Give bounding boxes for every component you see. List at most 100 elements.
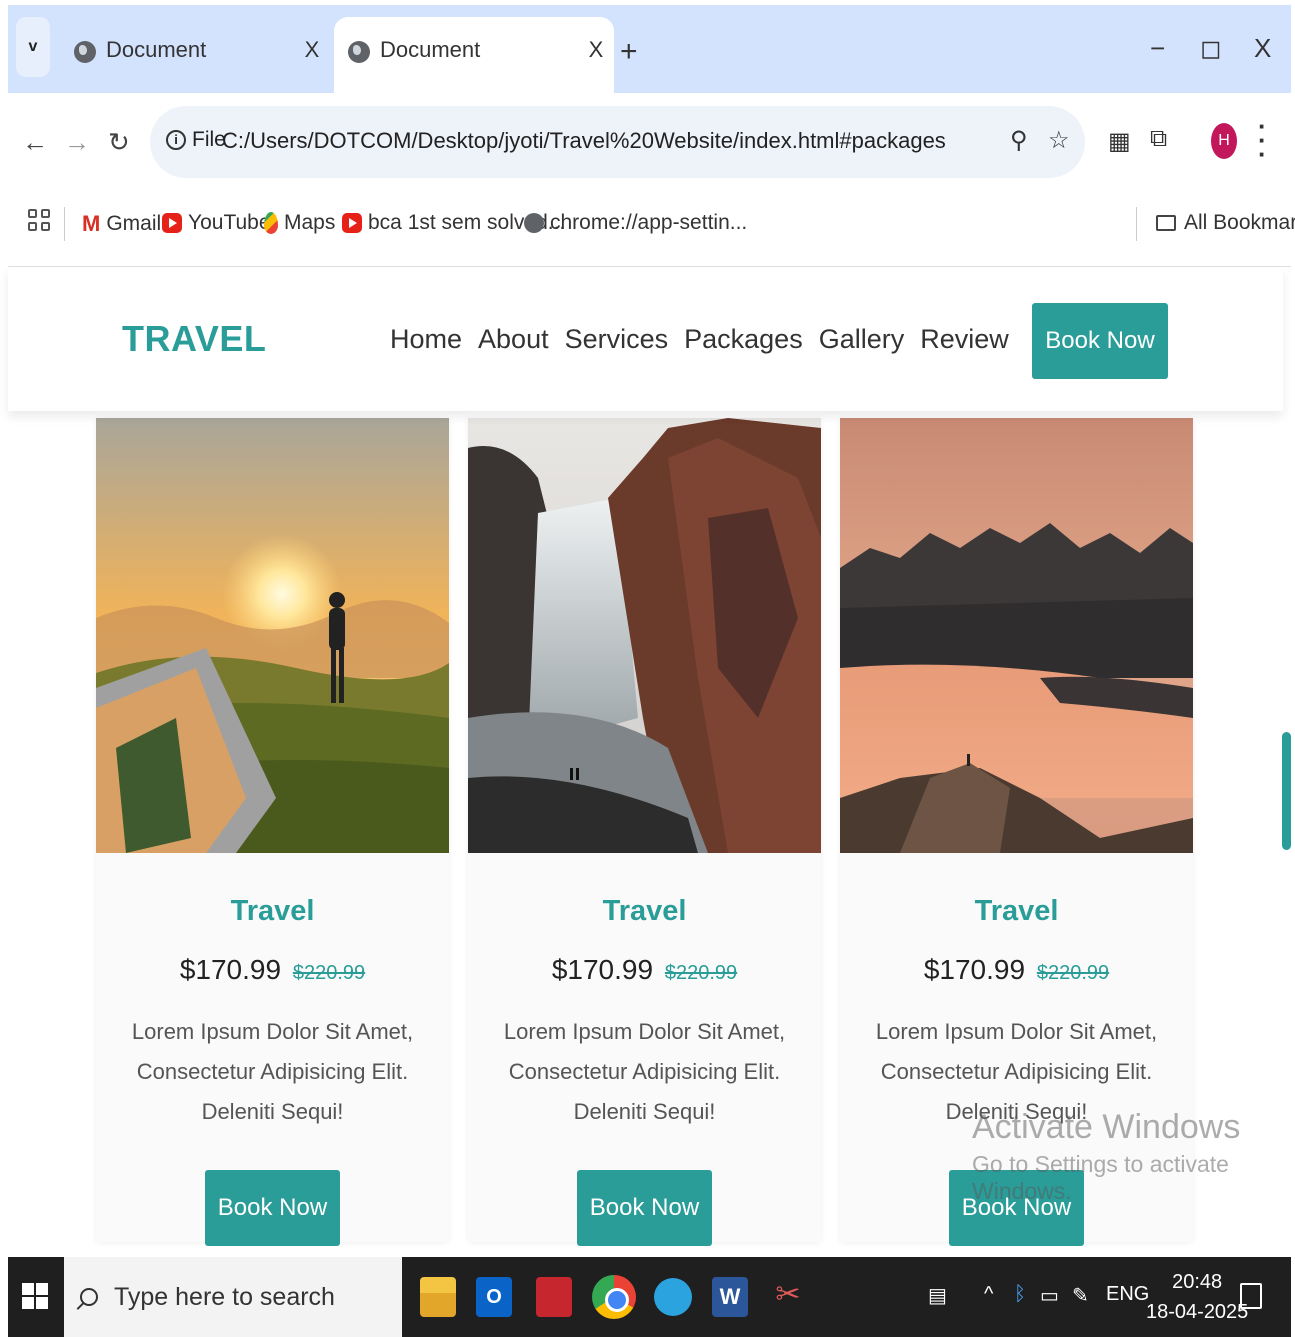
package-image-mountain-lake	[840, 418, 1193, 853]
language-indicator[interactable]: ENG	[1106, 1283, 1149, 1306]
tab-strip: v Document X Document X + − ◻ X	[8, 5, 1291, 97]
card-price: $170.99 $220.99	[468, 954, 821, 986]
bookmark-youtube[interactable]: YouTube	[162, 211, 271, 235]
bookmark-label: Maps	[284, 211, 336, 234]
youtube-icon	[162, 213, 182, 233]
pen-icon[interactable]: ✎	[1072, 1283, 1089, 1308]
tab-list-button[interactable]: v	[16, 17, 50, 77]
news-widget-icon[interactable]: ▤	[928, 1283, 947, 1308]
card-book-now-button[interactable]: Book Now	[205, 1170, 340, 1246]
bookmark-chrome-settings[interactable]: chrome://app-settin...	[524, 211, 747, 235]
nav-about[interactable]: About	[478, 324, 549, 355]
puzzle-icon[interactable]: ⧉	[1150, 125, 1167, 153]
windows-taskbar: Type here to search O W ✂ ▤ ^ ᛒ ▭ ✎ ENG …	[8, 1257, 1291, 1337]
packages-section: Travel $170.99 $220.99 Lorem Ipsum Dolor…	[0, 411, 1291, 1257]
chevron-up-icon[interactable]: ^	[984, 1283, 993, 1306]
site-header: TRAVEL Home About Services Packages Gall…	[8, 268, 1283, 411]
card-price: $170.99 $220.99	[96, 954, 449, 986]
nav-gallery[interactable]: Gallery	[819, 324, 905, 355]
bookmark-gmail[interactable]: M Gmail	[82, 211, 161, 237]
snipping-tool-icon[interactable]: ✂	[770, 1277, 806, 1317]
close-window-button[interactable]: X	[1254, 33, 1271, 64]
header-book-now-button[interactable]: Book Now	[1032, 303, 1168, 379]
zoom-icon[interactable]: ⚲	[1010, 126, 1028, 155]
card-description: Lorem Ipsum Dolor Sit Amet, Consectetur …	[503, 1019, 786, 1124]
telegram-icon[interactable]	[654, 1278, 692, 1316]
youtube-icon	[342, 213, 362, 233]
nav-services[interactable]: Services	[565, 324, 669, 355]
info-icon[interactable]: i	[166, 130, 186, 150]
bookmarks-bar: M Gmail YouTube Maps bca 1st sem solved.…	[8, 193, 1295, 267]
old-price: $220.99	[664, 962, 738, 984]
package-image-waterfall	[468, 418, 821, 853]
card-price: $170.99 $220.99	[840, 954, 1193, 986]
card-title: Travel	[602, 895, 687, 927]
nav-review[interactable]: Review	[920, 324, 1009, 355]
current-price: $170.99	[179, 954, 282, 985]
package-card: Travel $170.99 $220.99 Lorem Ipsum Dolor…	[840, 418, 1193, 1246]
globe-icon	[74, 41, 96, 63]
package-image-sunset-hiker	[96, 418, 449, 853]
word-icon[interactable]: W	[712, 1277, 748, 1317]
scrollbar-thumb[interactable]	[1282, 732, 1291, 850]
card-title: Travel	[230, 895, 315, 927]
profile-avatar[interactable]: H	[1211, 123, 1237, 159]
main-nav: Home About Services Packages Gallery Rev…	[390, 324, 1009, 355]
chevron-down-icon: v	[28, 38, 38, 55]
new-tab-button[interactable]: +	[620, 35, 638, 69]
minimize-button[interactable]: −	[1150, 33, 1165, 64]
folder-icon	[1156, 215, 1176, 231]
system-clock[interactable]: 20:48 18-04-2025	[1146, 1267, 1248, 1327]
forward-arrow-icon[interactable]: →	[64, 127, 90, 158]
tab-close-button[interactable]: X	[294, 37, 330, 63]
star-icon[interactable]: ☆	[1048, 126, 1070, 155]
outlook-icon[interactable]: O	[476, 1277, 512, 1317]
gmail-icon: M	[82, 211, 101, 236]
browser-toolbar: ← → ↻ i File C:/Users/DOTCOM/Desktop/jyo…	[8, 93, 1291, 193]
nav-packages[interactable]: Packages	[684, 324, 803, 355]
all-bookmarks-button[interactable]: All Bookmarks	[1156, 211, 1295, 235]
old-price: $220.99	[1036, 962, 1110, 984]
chrome-icon[interactable]	[592, 1275, 636, 1319]
notification-icon[interactable]	[1240, 1283, 1262, 1309]
card-book-now-button[interactable]: Book Now	[949, 1170, 1084, 1246]
menu-icon[interactable]: · · ·	[1258, 113, 1267, 167]
back-arrow-icon[interactable]: ←	[22, 127, 48, 158]
apps-icon[interactable]	[28, 209, 50, 231]
bookmark-label: Gmail	[106, 212, 162, 235]
tab-close-button[interactable]: X	[578, 37, 614, 63]
globe-icon	[348, 41, 370, 63]
card-description: Lorem Ipsum Dolor Sit Amet, Consectetur …	[875, 1019, 1158, 1124]
battery-icon[interactable]: ▭	[1040, 1283, 1059, 1308]
all-bookmarks-label: All Bookmarks	[1184, 211, 1295, 234]
search-placeholder: Type here to search	[114, 1282, 335, 1311]
old-price: $220.99	[292, 962, 366, 984]
extension-icon[interactable]: ▦	[1108, 127, 1131, 156]
document-app-icon[interactable]	[536, 1277, 572, 1317]
url-text[interactable]: C:/Users/DOTCOM/Desktop/jyoti/Travel%20W…	[222, 128, 946, 154]
address-bar[interactable]: i File C:/Users/DOTCOM/Desktop/jyoti/Tra…	[150, 106, 1085, 178]
card-book-now-button[interactable]: Book Now	[577, 1170, 712, 1246]
windows-start-icon[interactable]	[22, 1283, 48, 1309]
bookmark-maps[interactable]: Maps	[264, 211, 335, 235]
current-price: $170.99	[923, 954, 1026, 985]
taskbar-search[interactable]: Type here to search	[64, 1257, 402, 1337]
tab-inactive[interactable]: Document X	[60, 17, 330, 97]
nav-home[interactable]: Home	[390, 324, 462, 355]
divider	[64, 207, 65, 241]
maps-icon	[264, 212, 278, 234]
clock-date: 18-04-2025	[1146, 1301, 1249, 1323]
bluetooth-icon[interactable]: ᛒ	[1014, 1283, 1026, 1306]
reload-icon[interactable]: ↻	[108, 127, 130, 158]
site-logo[interactable]: TRAVEL	[122, 318, 266, 360]
search-icon	[80, 1288, 98, 1306]
card-title: Travel	[974, 895, 1059, 927]
file-explorer-icon[interactable]	[420, 1277, 456, 1317]
divider	[1136, 207, 1137, 241]
tab-active[interactable]: Document X	[334, 17, 614, 97]
clock-time: 20:48	[1172, 1271, 1223, 1293]
current-price: $170.99	[551, 954, 654, 985]
card-description: Lorem Ipsum Dolor Sit Amet, Consectetur …	[131, 1019, 414, 1124]
restore-button[interactable]: ◻	[1200, 33, 1222, 64]
package-card: Travel $170.99 $220.99 Lorem Ipsum Dolor…	[96, 418, 449, 1246]
